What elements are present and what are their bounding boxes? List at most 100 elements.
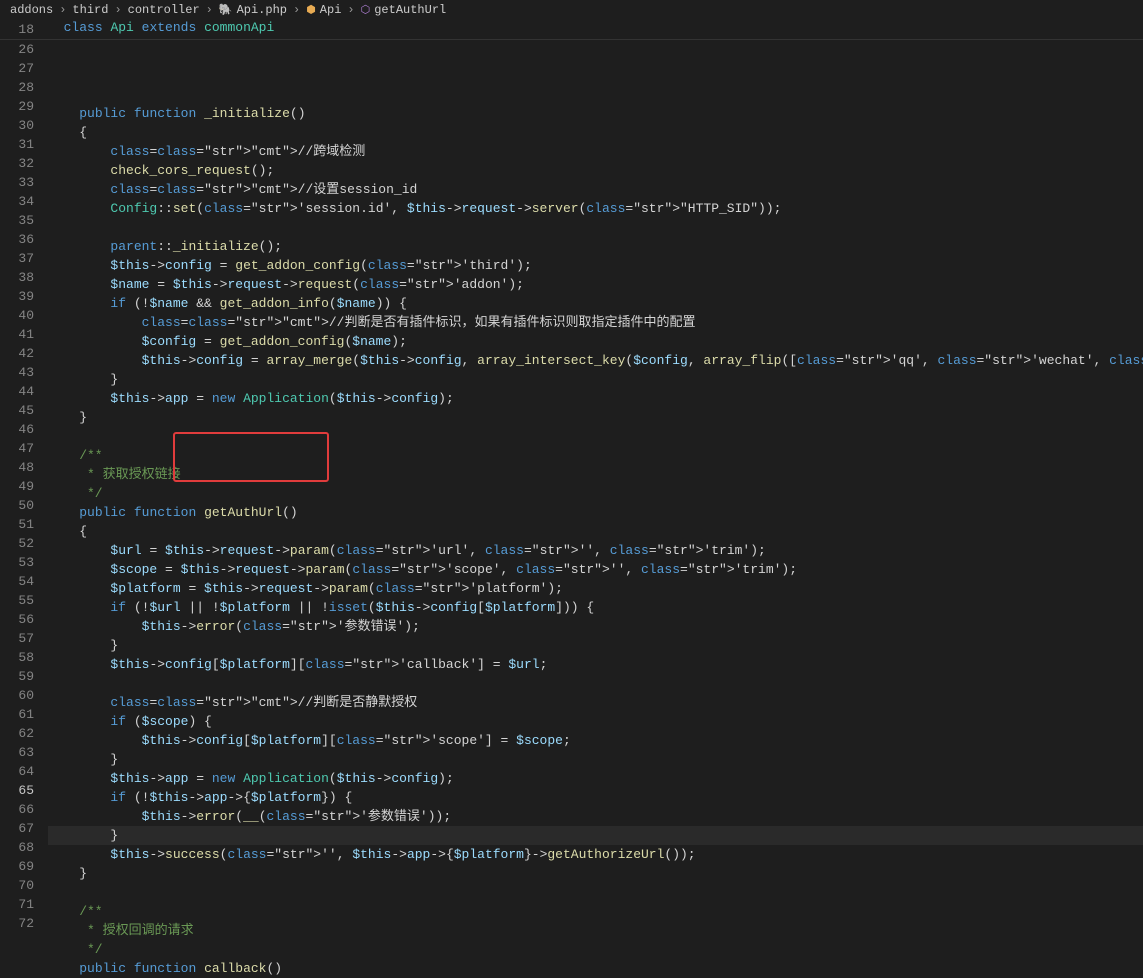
code-line[interactable]: $platform = $this->request->param(class=… xyxy=(48,579,1143,598)
code-area[interactable]: public function _initialize() { class=cl… xyxy=(48,40,1143,950)
line-number: 46 xyxy=(0,420,34,439)
code-line[interactable]: { xyxy=(48,123,1143,142)
code-line[interactable]: if (!$url || !$platform || !isset($this-… xyxy=(48,598,1143,617)
line-number: 39 xyxy=(0,287,34,306)
code-line[interactable]: } xyxy=(48,370,1143,389)
gutter: 2627282930313233343536373839404142434445… xyxy=(0,40,48,950)
code-line[interactable]: $scope = $this->request->param(class="st… xyxy=(48,560,1143,579)
code-line[interactable] xyxy=(48,883,1143,902)
code-line[interactable]: $this->app = new Application($this->conf… xyxy=(48,769,1143,788)
line-number: 61 xyxy=(0,705,34,724)
code-editor[interactable]: 2627282930313233343536373839404142434445… xyxy=(0,40,1143,950)
line-number: 32 xyxy=(0,154,34,173)
code-line[interactable]: $this->success(class="str">'', $this->ap… xyxy=(48,845,1143,864)
crumb-controller[interactable]: controller xyxy=(128,3,200,17)
code-line[interactable]: * 获取授权链接 xyxy=(48,465,1143,484)
line-number: 40 xyxy=(0,306,34,325)
line-number: 59 xyxy=(0,667,34,686)
code-line[interactable]: $config = get_addon_config($name); xyxy=(48,332,1143,351)
code-line[interactable]: $this->config[$platform][class="str">'ca… xyxy=(48,655,1143,674)
line-number: 35 xyxy=(0,211,34,230)
line-number: 65 xyxy=(0,781,34,800)
line-number: 71 xyxy=(0,895,34,914)
code-line[interactable]: class=class="str">"cmt">//设置session_id xyxy=(48,180,1143,199)
code-line[interactable]: { xyxy=(48,522,1143,541)
line-number: 70 xyxy=(0,876,34,895)
code-line[interactable]: $this->config = get_addon_config(class="… xyxy=(48,256,1143,275)
chevron-right-icon: › xyxy=(206,3,213,17)
code-line[interactable]: } xyxy=(48,750,1143,769)
code-line[interactable]: /** xyxy=(48,446,1143,465)
line-number: 45 xyxy=(0,401,34,420)
sticky-scope-header: 18 class Api extends commonApi xyxy=(0,20,1143,40)
line-number: 58 xyxy=(0,648,34,667)
code-line[interactable]: class=class="str">"cmt">//判断是否有插件标识，如果有插… xyxy=(48,313,1143,332)
code-line[interactable]: parent::_initialize(); xyxy=(48,237,1143,256)
line-number: 37 xyxy=(0,249,34,268)
line-number: 60 xyxy=(0,686,34,705)
line-number: 69 xyxy=(0,857,34,876)
line-number: 28 xyxy=(0,78,34,97)
crumb-class[interactable]: Api xyxy=(320,3,342,17)
code-line[interactable]: if ($scope) { xyxy=(48,712,1143,731)
line-number: 53 xyxy=(0,553,34,572)
line-number: 26 xyxy=(0,40,34,59)
code-line[interactable]: */ xyxy=(48,484,1143,503)
crumb-addons[interactable]: addons xyxy=(10,3,53,17)
breadcrumb[interactable]: addons › third › controller › 🐘 Api.php … xyxy=(0,0,1143,20)
crumb-file[interactable]: Api.php xyxy=(237,3,287,17)
code-line[interactable] xyxy=(48,218,1143,237)
line-number: 29 xyxy=(0,97,34,116)
code-line[interactable]: $url = $this->request->param(class="str"… xyxy=(48,541,1143,560)
code-line[interactable]: $name = $this->request->request(class="s… xyxy=(48,275,1143,294)
line-number: 72 xyxy=(0,914,34,933)
line-number: 30 xyxy=(0,116,34,135)
code-line[interactable]: class=class="str">"cmt">//跨域检测 xyxy=(48,142,1143,161)
code-line[interactable] xyxy=(48,85,1143,104)
line-number: 43 xyxy=(0,363,34,382)
code-line[interactable]: $this->app = new Application($this->conf… xyxy=(48,389,1143,408)
code-line[interactable]: $this->error(__(class="str">'参数错误')); xyxy=(48,807,1143,826)
chevron-right-icon: › xyxy=(59,3,66,17)
crumb-method[interactable]: getAuthUrl xyxy=(374,3,446,17)
code-line[interactable]: check_cors_request(); xyxy=(48,161,1143,180)
line-number: 38 xyxy=(0,268,34,287)
code-line[interactable]: * 授权回调的请求 xyxy=(48,921,1143,940)
header-code: class Api extends commonApi xyxy=(48,20,1143,39)
code-line[interactable] xyxy=(48,427,1143,446)
line-number: 27 xyxy=(0,59,34,78)
code-line[interactable]: public function getAuthUrl() xyxy=(48,503,1143,522)
code-line[interactable]: $this->config[$platform][class="str">'sc… xyxy=(48,731,1143,750)
chevron-right-icon: › xyxy=(114,3,121,17)
line-number: 68 xyxy=(0,838,34,857)
code-line[interactable]: } xyxy=(48,826,1143,845)
line-number: 48 xyxy=(0,458,34,477)
code-line[interactable]: public function callback() xyxy=(48,959,1143,978)
code-line[interactable]: } xyxy=(48,636,1143,655)
line-number: 63 xyxy=(0,743,34,762)
method-icon: ⬡ xyxy=(361,3,371,17)
crumb-third[interactable]: third xyxy=(72,3,108,17)
line-number: 54 xyxy=(0,572,34,591)
code-line[interactable]: $this->config = array_merge($this->confi… xyxy=(48,351,1143,370)
line-number: 31 xyxy=(0,135,34,154)
code-line[interactable]: class=class="str">"cmt">//判断是否静默授权 xyxy=(48,693,1143,712)
class-icon: ⬢ xyxy=(306,3,316,17)
line-number: 56 xyxy=(0,610,34,629)
line-number: 33 xyxy=(0,173,34,192)
php-file-icon: 🐘 xyxy=(219,3,233,17)
code-line[interactable]: if (!$name && get_addon_info($name)) { xyxy=(48,294,1143,313)
line-number: 44 xyxy=(0,382,34,401)
code-line[interactable]: $this->error(class="str">'参数错误'); xyxy=(48,617,1143,636)
code-line[interactable]: public function _initialize() xyxy=(48,104,1143,123)
code-line[interactable]: if (!$this->app->{$platform}) { xyxy=(48,788,1143,807)
code-line[interactable]: } xyxy=(48,864,1143,883)
code-line[interactable] xyxy=(48,674,1143,693)
line-number: 51 xyxy=(0,515,34,534)
line-number: 49 xyxy=(0,477,34,496)
code-line[interactable]: /** xyxy=(48,902,1143,921)
code-line[interactable]: Config::set(class="str">'session.id', $t… xyxy=(48,199,1143,218)
code-line[interactable]: */ xyxy=(48,940,1143,959)
code-line[interactable]: } xyxy=(48,408,1143,427)
chevron-right-icon: › xyxy=(293,3,300,17)
